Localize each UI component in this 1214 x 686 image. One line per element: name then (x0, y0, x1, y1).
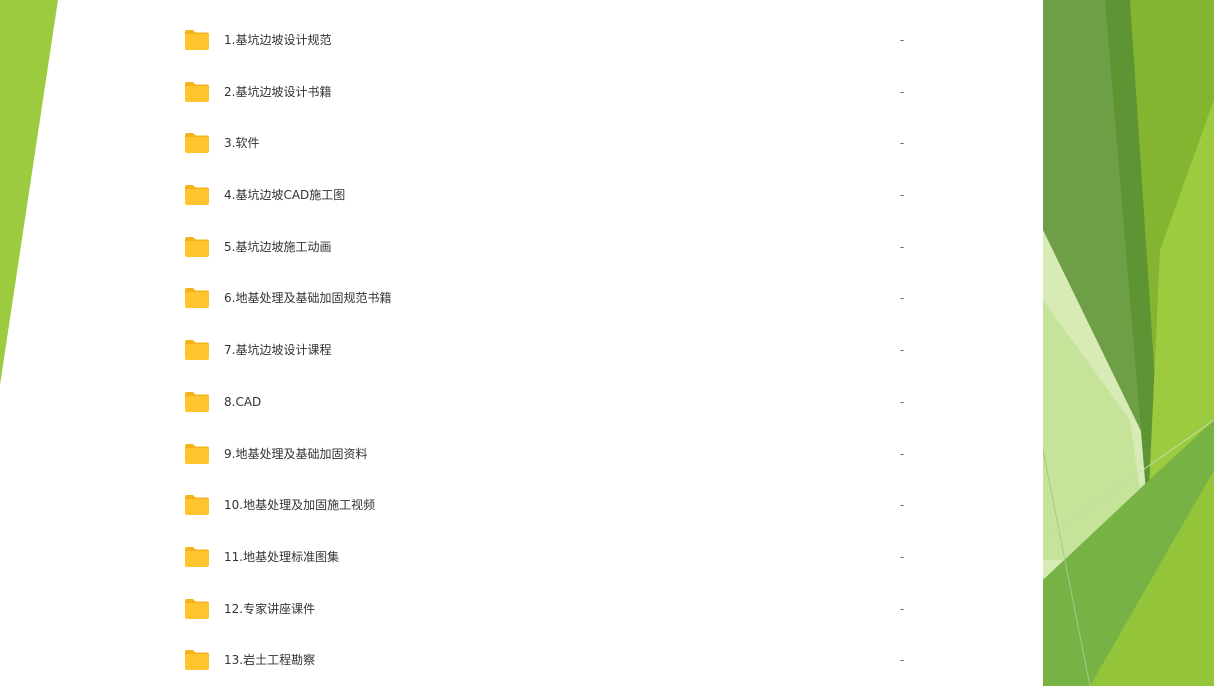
file-size: - (899, 188, 905, 203)
file-size: - (899, 136, 905, 151)
file-row[interactable]: 1.基坑边坡设计规范 - (58, 15, 1043, 67)
file-list-panel: 1.基坑边坡设计规范 - 2.基坑边坡设计书籍 - 3.软件 - 4.基坑边坡CAD施工图 -… (58, 0, 1043, 686)
file-size: - (899, 498, 905, 513)
file-row[interactable]: 12.专家讲座课件 - (58, 584, 1043, 636)
folder-icon (184, 443, 210, 465)
file-name[interactable]: 9.地基处理及基础加固资料 (224, 446, 367, 462)
folder-icon (184, 81, 210, 103)
file-row[interactable]: 7.基坑边坡设计课程 - (58, 325, 1043, 377)
folder-icon (184, 29, 210, 51)
file-name[interactable]: 7.基坑边坡设计课程 (224, 342, 331, 358)
file-row[interactable]: 5.基坑边坡施工动画 - (58, 222, 1043, 274)
file-size: - (899, 239, 905, 254)
file-size: - (899, 446, 905, 461)
file-name[interactable]: 11.地基处理标准图集 (224, 549, 339, 565)
file-list: 1.基坑边坡设计规范 - 2.基坑边坡设计书籍 - 3.软件 - 4.基坑边坡CAD施工图 -… (58, 15, 1043, 686)
file-size: - (899, 653, 905, 668)
file-name[interactable]: 6.地基处理及基础加固规范书籍 (224, 290, 391, 306)
file-size: - (899, 343, 905, 358)
file-row[interactable]: 2.基坑边坡设计书籍 - (58, 67, 1043, 119)
file-size: - (899, 291, 905, 306)
folder-icon (184, 339, 210, 361)
folder-icon (184, 184, 210, 206)
file-size: - (899, 601, 905, 616)
file-name[interactable]: 2.基坑边坡设计书籍 (224, 84, 331, 100)
file-size: - (899, 33, 905, 47)
file-size: - (899, 549, 905, 564)
slide-background: 1.基坑边坡设计规范 - 2.基坑边坡设计书籍 - 3.软件 - 4.基坑边坡CAD施工图 -… (0, 0, 1214, 686)
folder-icon (184, 236, 210, 258)
file-name[interactable]: 3.软件 (224, 135, 259, 151)
file-name[interactable]: 8.CAD (224, 394, 261, 410)
file-row[interactable]: 10.地基处理及加固施工视频 - (58, 480, 1043, 532)
file-name[interactable]: 5.基坑边坡施工动画 (224, 239, 331, 255)
file-name[interactable]: 10.地基处理及加固施工视频 (224, 497, 375, 513)
file-name[interactable]: 13.岩土工程勘察 (224, 652, 315, 668)
file-size: - (899, 84, 905, 99)
file-name[interactable]: 4.基坑边坡CAD施工图 (224, 187, 345, 203)
left-green-shape (0, 0, 58, 385)
folder-icon (184, 649, 210, 671)
folder-icon (184, 494, 210, 516)
file-row[interactable]: 6.地基处理及基础加固规范书籍 - (58, 273, 1043, 325)
folder-icon (184, 598, 210, 620)
file-row[interactable]: 9.地基处理及基础加固资料 - (58, 429, 1043, 481)
folder-icon (184, 546, 210, 568)
file-name[interactable]: 12.专家讲座课件 (224, 601, 315, 617)
file-row[interactable]: 3.软件 - (58, 118, 1043, 170)
file-row[interactable]: 11.地基处理标准图集 - (58, 532, 1043, 584)
folder-icon (184, 132, 210, 154)
file-name[interactable]: 1.基坑边坡设计规范 (224, 32, 331, 48)
folder-icon (184, 287, 210, 309)
file-row[interactable]: 13.岩土工程勘察 - (58, 635, 1043, 686)
file-size: - (899, 394, 905, 409)
file-row[interactable]: 8.CAD - (58, 377, 1043, 429)
folder-icon (184, 391, 210, 413)
file-row[interactable]: 4.基坑边坡CAD施工图 - (58, 170, 1043, 222)
